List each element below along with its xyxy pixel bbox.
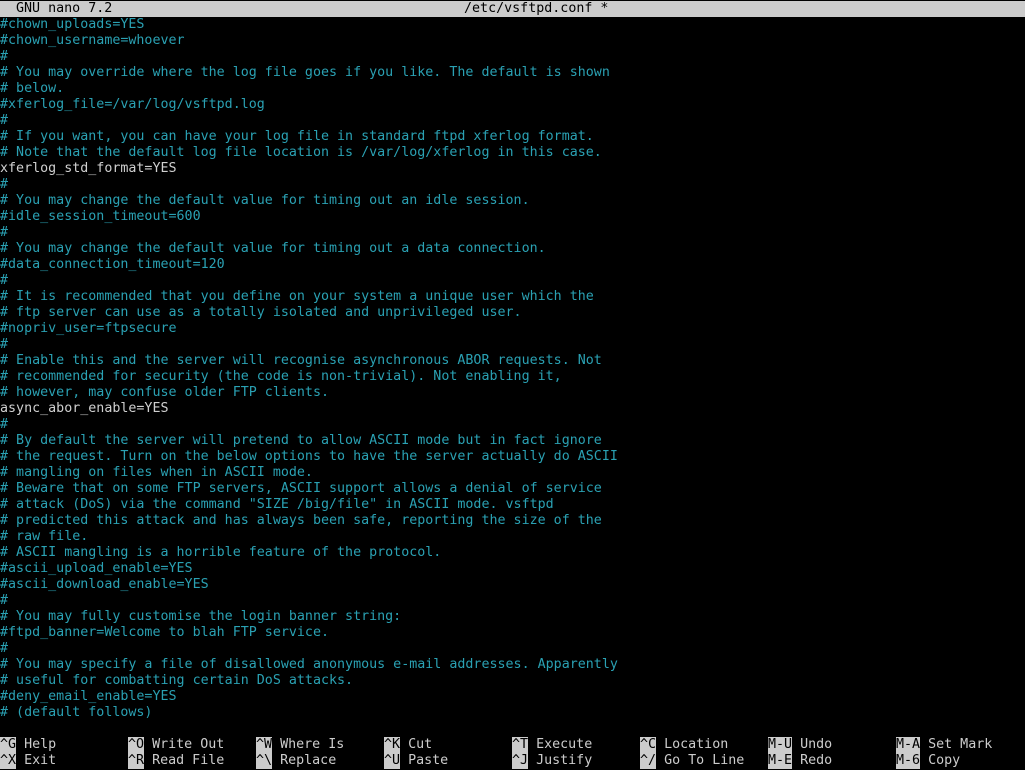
- editor-line[interactable]: # however, may confuse older FTP clients…: [0, 385, 1025, 401]
- shortcut-key: M-6: [896, 753, 921, 769]
- shortcut-label: Replace: [280, 753, 337, 768]
- shortcut-label: Read File: [152, 753, 225, 768]
- app-name: GNU nano 7.2: [16, 1, 113, 16]
- editor-line[interactable]: # If you want, you can have your log fil…: [0, 129, 1025, 145]
- editor-line[interactable]: # You may specify a file of disallowed a…: [0, 657, 1025, 673]
- shortcut-read-file[interactable]: ^R Read File: [128, 753, 224, 769]
- editor-line[interactable]: # recommended for security (the code is …: [0, 369, 1025, 385]
- editor-line[interactable]: #idle_session_timeout=600: [0, 209, 1025, 225]
- shortcut-label: Exit: [24, 753, 57, 768]
- shortcut-key: ^X: [0, 753, 17, 769]
- editor-line[interactable]: # You may override where the log file go…: [0, 65, 1025, 81]
- editor-line[interactable]: # the request. Turn on the below options…: [0, 449, 1025, 465]
- editor-line[interactable]: #: [0, 177, 1025, 193]
- editor-line[interactable]: #xferlog_file=/var/log/vsftpd.log: [0, 97, 1025, 113]
- shortcut-label: Help: [24, 737, 57, 752]
- shortcut-cut[interactable]: ^K Cut: [384, 737, 432, 753]
- editor-line[interactable]: # predicted this attack and has always b…: [0, 513, 1025, 529]
- editor-line[interactable]: #chown_uploads=YES: [0, 17, 1025, 33]
- shortcut-key: ^W: [256, 737, 273, 753]
- shortcut-execute[interactable]: ^T Execute: [512, 737, 592, 753]
- shortcut-label: Go To Line: [664, 753, 745, 768]
- shortcut-label: Paste: [408, 753, 449, 768]
- editor-line[interactable]: # raw file.: [0, 529, 1025, 545]
- editor-line[interactable]: #data_connection_timeout=120: [0, 257, 1025, 273]
- editor-line[interactable]: #: [0, 225, 1025, 241]
- shortcut-justify[interactable]: ^J Justify: [512, 753, 592, 769]
- editor-line[interactable]: #: [0, 49, 1025, 65]
- shortcut-exit[interactable]: ^X Exit: [0, 753, 56, 769]
- editor-line[interactable]: # mangling on files when in ASCII mode.: [0, 465, 1025, 481]
- shortcut-key: ^T: [512, 737, 529, 753]
- editor-line[interactable]: # Enable this and the server will recogn…: [0, 353, 1025, 369]
- shortcut-label: Copy: [928, 753, 961, 768]
- editor-line[interactable]: #: [0, 337, 1025, 353]
- editor-line[interactable]: xferlog_std_format=YES: [0, 161, 1025, 177]
- editor-line[interactable]: # (default follows): [0, 705, 1025, 721]
- shortcut-write-out[interactable]: ^O Write Out: [128, 737, 224, 753]
- editor-line[interactable]: # ftp server can use as a totally isolat…: [0, 305, 1025, 321]
- editor-line[interactable]: # ASCII mangling is a horrible feature o…: [0, 545, 1025, 561]
- shortcut-key: ^\: [256, 753, 273, 769]
- shortcut-copy[interactable]: M-6 Copy: [896, 753, 960, 769]
- shortcut-key: ^/: [640, 753, 657, 769]
- shortcut-key: ^K: [384, 737, 401, 753]
- shortcut-key: ^U: [384, 753, 401, 769]
- shortcut-bar: ^G Help ^X Exit ^O Write Out ^R Read File ^W Wher…: [0, 737, 1025, 769]
- shortcut-key: ^C: [640, 737, 657, 753]
- shortcut-label: Execute: [536, 737, 593, 752]
- editor-text-area[interactable]: #chown_uploads=YES #chown_username=whoeve…: [0, 17, 1025, 721]
- shortcut-label: Location: [664, 737, 729, 752]
- editor-line[interactable]: # By default the server will pretend to …: [0, 433, 1025, 449]
- shortcut-key: M-E: [768, 753, 793, 769]
- shortcut-set-mark[interactable]: M-A Set Mark: [896, 737, 992, 753]
- editor-line[interactable]: # You may change the default value for t…: [0, 241, 1025, 257]
- editor-line[interactable]: #ascii_upload_enable=YES: [0, 561, 1025, 577]
- editor-line[interactable]: #: [0, 113, 1025, 129]
- editor-line[interactable]: #: [0, 641, 1025, 657]
- shortcut-redo[interactable]: M-E Redo: [768, 753, 832, 769]
- shortcut-where-is[interactable]: ^W Where Is: [256, 737, 344, 753]
- title-bar: GNU nano 7.2 /etc/vsftpd.conf *: [0, 1, 1025, 17]
- editor-line[interactable]: async_abor_enable=YES: [0, 401, 1025, 417]
- shortcut-label: Undo: [800, 737, 833, 752]
- shortcut-go-to-line[interactable]: ^/ Go To Line: [640, 753, 744, 769]
- file-path: /etc/vsftpd.conf *: [464, 1, 609, 16]
- editor-line[interactable]: #ascii_download_enable=YES: [0, 577, 1025, 593]
- editor-line[interactable]: #chown_username=whoever: [0, 33, 1025, 49]
- shortcut-key: M-U: [768, 737, 793, 753]
- shortcut-label: Set Mark: [928, 737, 993, 752]
- shortcut-replace[interactable]: ^\ Replace: [256, 753, 336, 769]
- editor-line[interactable]: #: [0, 593, 1025, 609]
- shortcut-key: ^J: [512, 753, 529, 769]
- shortcut-key: ^R: [128, 753, 145, 769]
- shortcut-help[interactable]: ^G Help: [0, 737, 56, 753]
- editor-line[interactable]: # It is recommended that you define on y…: [0, 289, 1025, 305]
- shortcut-label: Redo: [800, 753, 833, 768]
- editor-line[interactable]: #ftpd_banner=Welcome to blah FTP service…: [0, 625, 1025, 641]
- shortcut-label: Write Out: [152, 737, 225, 752]
- shortcut-label: Where Is: [280, 737, 345, 752]
- shortcut-location[interactable]: ^C Location: [640, 737, 728, 753]
- editor-line[interactable]: #nopriv_user=ftpsecure: [0, 321, 1025, 337]
- editor-line[interactable]: # Beware that on some FTP servers, ASCII…: [0, 481, 1025, 497]
- shortcut-paste[interactable]: ^U Paste: [384, 753, 448, 769]
- editor-line[interactable]: # below.: [0, 81, 1025, 97]
- shortcut-key: M-A: [896, 737, 921, 753]
- editor-line[interactable]: # Note that the default log file locatio…: [0, 145, 1025, 161]
- shortcut-key: ^O: [128, 737, 145, 753]
- editor-line[interactable]: # useful for combatting certain DoS atta…: [0, 673, 1025, 689]
- shortcut-key: ^G: [0, 737, 17, 753]
- editor-line[interactable]: #deny_email_enable=YES: [0, 689, 1025, 705]
- shortcut-undo[interactable]: M-U Undo: [768, 737, 832, 753]
- editor-line[interactable]: # You may fully customise the login bann…: [0, 609, 1025, 625]
- editor-line[interactable]: # You may change the default value for t…: [0, 193, 1025, 209]
- editor-line[interactable]: #: [0, 417, 1025, 433]
- editor-line[interactable]: #: [0, 273, 1025, 289]
- shortcut-label: Justify: [536, 753, 593, 768]
- editor-line[interactable]: # attack (DoS) via the command "SIZE /bi…: [0, 497, 1025, 513]
- shortcut-label: Cut: [408, 737, 433, 752]
